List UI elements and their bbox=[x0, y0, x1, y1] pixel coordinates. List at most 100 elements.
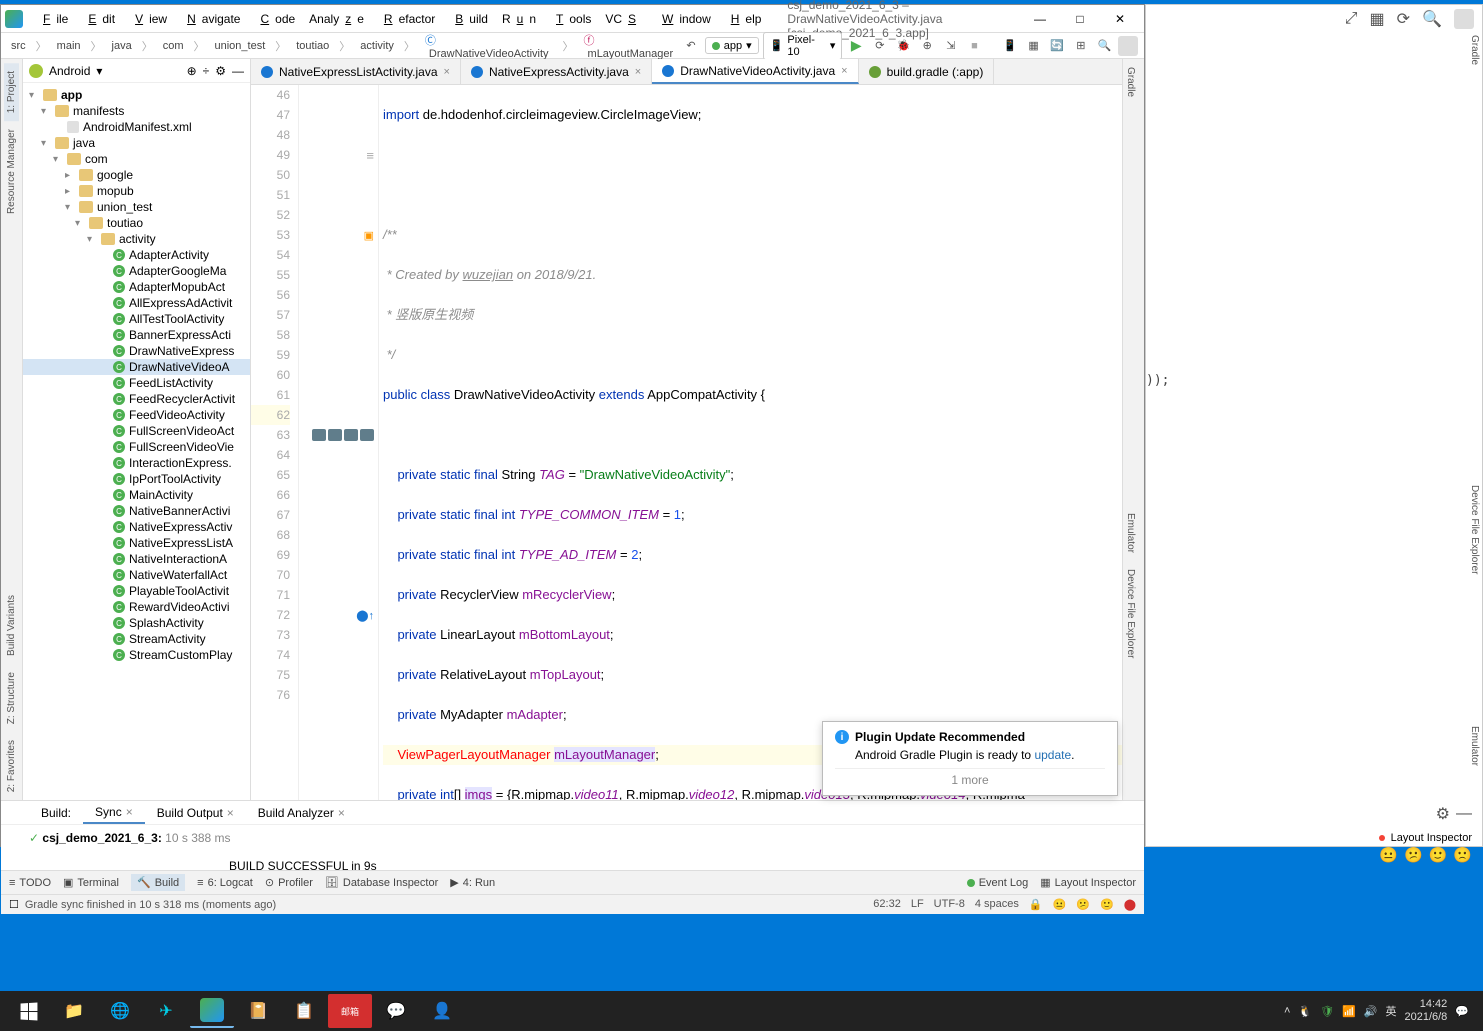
debug-icon[interactable]: 🐞 bbox=[894, 36, 914, 56]
tree-activity-item[interactable]: CNativeExpressActiv bbox=[23, 519, 250, 535]
bg-emulator-tool[interactable]: Emulator bbox=[1469, 726, 1480, 766]
chrome-icon[interactable]: 🌐 bbox=[98, 994, 142, 1028]
tree-activity-item[interactable]: CDrawNativeVideoA bbox=[23, 359, 250, 375]
tree-activity-item[interactable]: CAdapterMopubAct bbox=[23, 279, 250, 295]
tree-activity-item[interactable]: CNativeWaterfallAct bbox=[23, 567, 250, 583]
wechat-icon[interactable]: 💬 bbox=[374, 994, 418, 1028]
bg-icon[interactable]: ⤢ bbox=[1345, 10, 1358, 28]
tree-java[interactable]: ▾java bbox=[23, 135, 250, 151]
attach-debugger-icon[interactable]: ⇲ bbox=[941, 36, 961, 56]
tree-toutiao[interactable]: ▾toutiao bbox=[23, 215, 250, 231]
bg-layout-inspector[interactable]: Layout Inspector bbox=[1391, 832, 1472, 844]
breadcrumb-item[interactable]: java bbox=[108, 39, 136, 53]
tree-activity-item[interactable]: CAdapterGoogleMa bbox=[23, 263, 250, 279]
sync-tab[interactable]: Sync× bbox=[83, 801, 145, 824]
device-selector[interactable]: 📱Pixel-10▾ bbox=[763, 32, 843, 60]
tree-google[interactable]: ▸google bbox=[23, 167, 250, 183]
app-icon-4[interactable]: 👤 bbox=[420, 994, 464, 1028]
tray-volume-icon[interactable]: 🔊 bbox=[1364, 1005, 1378, 1018]
bg-icon[interactable]: ⟳ bbox=[1397, 9, 1410, 29]
notes-icon[interactable]: 📔 bbox=[236, 994, 280, 1028]
tree-manifests[interactable]: ▾manifests bbox=[23, 103, 250, 119]
terminal-tool[interactable]: ▣ Terminal bbox=[63, 876, 119, 889]
favorites-tool-button[interactable]: 2: Favorites bbox=[4, 732, 19, 800]
tree-activity-item[interactable]: CMainActivity bbox=[23, 487, 250, 503]
editor-tab[interactable]: NativeExpressActivity.java× bbox=[461, 59, 652, 84]
bg-search-icon[interactable]: 🔍 bbox=[1422, 9, 1442, 29]
breadcrumb-item[interactable]: src bbox=[7, 39, 30, 53]
event-log-tool[interactable]: Event Log bbox=[967, 877, 1029, 889]
structure-tool-button[interactable]: Z: Structure bbox=[4, 664, 19, 732]
tree-activity-item[interactable]: CFeedListActivity bbox=[23, 375, 250, 391]
android-studio-taskbar-icon[interactable] bbox=[190, 994, 234, 1028]
menu-help[interactable]: Help bbox=[719, 10, 768, 28]
tree-activity-item[interactable]: CAdapterActivity bbox=[23, 247, 250, 263]
code-content[interactable]: import de.hdodenhof.circleimageview.Circ… bbox=[379, 85, 1122, 800]
tree-activity-item[interactable]: CPlayableToolActivit bbox=[23, 583, 250, 599]
close-tab-icon[interactable]: × bbox=[841, 65, 847, 77]
menu-navigate[interactable]: Navigate bbox=[175, 10, 246, 28]
device-file-explorer-button[interactable]: Device File Explorer bbox=[1123, 561, 1138, 666]
collapse-icon[interactable]: ÷ bbox=[203, 64, 210, 78]
build-analyzer-tab[interactable]: Build Analyzer× bbox=[246, 801, 357, 824]
feishu-icon[interactable]: ✈ bbox=[144, 994, 188, 1028]
tree-activity-item[interactable]: CFullScreenVideoAct bbox=[23, 423, 250, 439]
tree-activity-item[interactable]: CNativeBannerActivi bbox=[23, 503, 250, 519]
app-icon-2[interactable]: 📋 bbox=[282, 994, 326, 1028]
profile-icon[interactable]: ⊕ bbox=[917, 36, 937, 56]
build-variants-button[interactable]: Build Variants bbox=[4, 587, 19, 664]
project-tree[interactable]: ▾app ▾manifests AndroidManifest.xml ▾jav… bbox=[23, 83, 250, 800]
more-notifications[interactable]: 1 more bbox=[835, 768, 1105, 787]
tree-mopub[interactable]: ▸mopub bbox=[23, 183, 250, 199]
run-button[interactable]: ▶ bbox=[846, 36, 866, 56]
avd-icon[interactable]: 📱 bbox=[1000, 36, 1020, 56]
indent[interactable]: 4 spaces bbox=[975, 898, 1019, 911]
lock-icon[interactable]: 🔒 bbox=[1029, 898, 1043, 911]
editor-tab[interactable]: build.gradle (:app) bbox=[859, 59, 995, 84]
profiler-tool[interactable]: ⊙ Profiler bbox=[265, 876, 313, 889]
tree-activity-item[interactable]: CFullScreenVideoVie bbox=[23, 439, 250, 455]
close-tab-icon[interactable]: × bbox=[635, 66, 641, 78]
build-output-tab[interactable]: Build Output× bbox=[145, 801, 246, 824]
bg-gradle-tool[interactable]: Gradle bbox=[1469, 35, 1480, 65]
gradle-tool-button[interactable]: Gradle bbox=[1123, 59, 1138, 105]
tree-manifest-file[interactable]: AndroidManifest.xml bbox=[23, 119, 250, 135]
tray-ime[interactable]: 英 bbox=[1385, 1003, 1396, 1019]
tree-activity-item[interactable]: CSplashActivity bbox=[23, 615, 250, 631]
emulator-tool-button[interactable]: Emulator bbox=[1123, 505, 1138, 561]
menu-window[interactable]: Window bbox=[650, 10, 717, 28]
breadcrumb-item[interactable]: toutiao bbox=[292, 39, 333, 53]
tree-activity-item[interactable]: CAllExpressAdActivit bbox=[23, 295, 250, 311]
menu-vcs[interactable]: VCS bbox=[599, 10, 648, 28]
bg-avatar[interactable] bbox=[1454, 9, 1474, 29]
breadcrumb-item[interactable]: union_test bbox=[210, 39, 269, 53]
code-editor[interactable]: 4647484950515253545556575859606162636465… bbox=[251, 85, 1122, 800]
notification-center-icon[interactable]: 💬 bbox=[1455, 1005, 1469, 1018]
menu-run[interactable]: Run bbox=[496, 10, 542, 28]
bg-minimize-icon[interactable]: — bbox=[1456, 805, 1472, 823]
hide-icon[interactable]: — bbox=[232, 64, 244, 78]
sync-icon[interactable]: 🔄 bbox=[1047, 36, 1067, 56]
clock-date[interactable]: 2021/6/8 bbox=[1404, 1011, 1447, 1024]
menu-refactor[interactable]: Refactor bbox=[372, 10, 441, 28]
minimize-button[interactable]: — bbox=[1020, 7, 1060, 31]
tree-activity-item[interactable]: CFeedRecyclerActivit bbox=[23, 391, 250, 407]
tree-activity-item[interactable]: CNativeExpressListA bbox=[23, 535, 250, 551]
breadcrumb-field[interactable]: ⓕ mLayoutManager bbox=[580, 31, 682, 61]
tree-activity-item[interactable]: CFeedVideoActivity bbox=[23, 407, 250, 423]
avatar-icon[interactable] bbox=[1118, 36, 1138, 56]
maximize-button[interactable]: □ bbox=[1060, 7, 1100, 31]
tree-activity-item[interactable]: CStreamCustomPlay bbox=[23, 647, 250, 663]
menu-code[interactable]: Code bbox=[248, 10, 301, 28]
start-button[interactable] bbox=[6, 994, 50, 1028]
structure-icon[interactable]: ⊞ bbox=[1071, 36, 1091, 56]
breadcrumb-item[interactable]: main bbox=[53, 39, 85, 53]
tray-icon[interactable]: 🐧 bbox=[1298, 1005, 1312, 1018]
tree-activity-item[interactable]: CAllTestToolActivity bbox=[23, 311, 250, 327]
build-tool[interactable]: 🔨 Build bbox=[131, 874, 185, 891]
breadcrumb-item[interactable]: activity bbox=[356, 39, 398, 53]
encoding[interactable]: UTF-8 bbox=[934, 898, 965, 911]
target-icon[interactable]: ⊕ bbox=[187, 64, 197, 78]
tray-shield-icon[interactable]: 🛡 bbox=[1320, 1005, 1334, 1018]
tree-activity-item[interactable]: CBannerExpressActi bbox=[23, 327, 250, 343]
